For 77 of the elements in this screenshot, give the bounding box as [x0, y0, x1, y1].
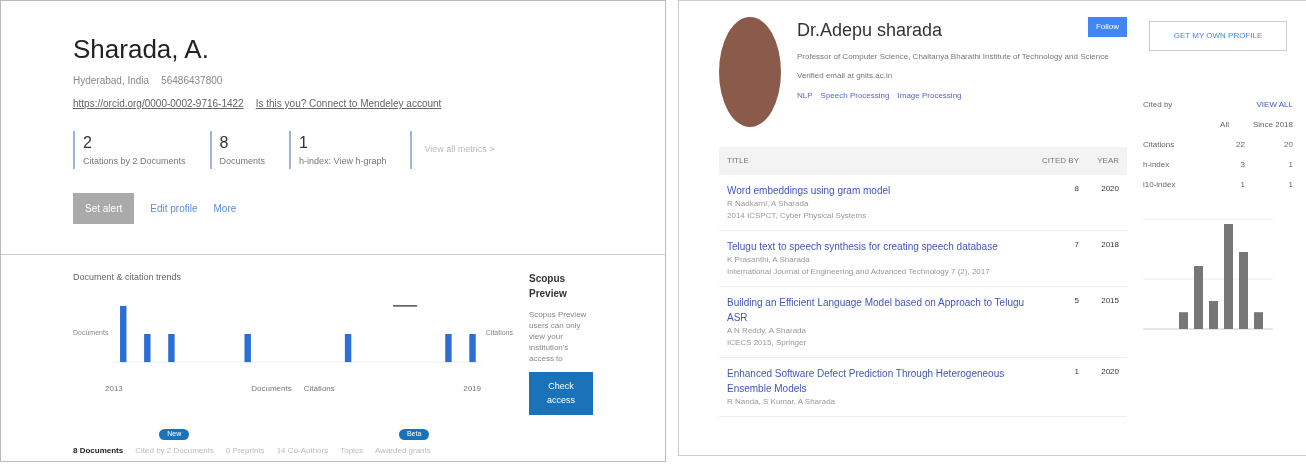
chart-bar — [144, 333, 151, 362]
chart-bar — [1194, 266, 1203, 329]
section-title: Cited by — [1143, 99, 1173, 111]
year: 2020 — [1100, 366, 1119, 378]
interest-link[interactable]: Image Processing — [897, 90, 962, 102]
author-name: Sharada, A. — [73, 33, 210, 65]
stat-value: 3 — [1239, 159, 1245, 171]
chart-bar — [445, 333, 453, 362]
stat-label: Citations — [1143, 139, 1176, 151]
email: Verified email at gnits.ac.in — [797, 70, 894, 82]
metric-label: h-index: View h-graph — [299, 155, 387, 168]
chart-title: Document & citation trends — [73, 271, 183, 284]
cited-count[interactable]: 5 — [1031, 295, 1079, 349]
article-title[interactable]: Building an Efficient Language Model based on Approach to Telugu ASR — [727, 295, 1031, 325]
affiliation: Hyderabad, India — [73, 74, 150, 88]
article-authors: R Nadkarni, A Sharada — [727, 198, 810, 210]
cited-count[interactable]: 8 — [1031, 183, 1079, 222]
chart-bar — [120, 305, 127, 362]
action-link[interactable]: Edit profile — [150, 200, 198, 216]
author-id: 56486437800 — [161, 74, 223, 88]
article-title[interactable]: Enhanced Software Defect Prediction Through Heterogeneous Ensemble Models — [727, 366, 1031, 396]
axis-label: 2019 — [463, 382, 481, 395]
metric-label: Documents — [219, 155, 266, 168]
article-venue: International Journal of Engineering and Advanced Technology 7 (2), 2017 — [727, 266, 991, 278]
axis-label: 2013 — [105, 382, 123, 395]
follow-button[interactable]: Follow — [1087, 17, 1127, 37]
year: 2015 — [1100, 295, 1119, 307]
action-link[interactable]: More — [213, 200, 237, 216]
own-profile-button[interactable]: GET MY OWN PROFILE — [1148, 21, 1288, 51]
metric-value: 2 — [83, 133, 93, 153]
column-header[interactable]: CITED BY — [1031, 155, 1079, 167]
scholar-name: Dr.Adepu sharada — [797, 19, 943, 42]
stat-value: 1 — [1287, 179, 1293, 191]
metric-value: 8 — [219, 133, 230, 153]
orcid-link[interactable]: https://orcid.org/0000-0002-9716-1422 — [73, 96, 244, 111]
column-header: Since 2018 — [1252, 119, 1293, 131]
stat-value: 1 — [1287, 159, 1293, 171]
cited-count[interactable]: 1 — [1031, 366, 1079, 408]
interest-link[interactable]: Speech Processing — [820, 90, 890, 102]
tab[interactable]: 8 Documents — [73, 446, 124, 455]
stat-value: 20 — [1283, 139, 1293, 151]
legend-item: Documents — [251, 382, 292, 395]
article-title[interactable]: Telugu text to speech synthesis for creating speech database — [727, 239, 1031, 254]
article-venue: ICECS 2015, Springer — [727, 337, 808, 349]
preview-text: Scopus Preview users can only view your institution's access to — [529, 309, 588, 364]
trend-line — [392, 304, 419, 306]
column-header[interactable]: YEAR — [1079, 155, 1119, 167]
metric-value: 1 — [299, 133, 309, 153]
preview-title: Scopus Preview — [529, 272, 568, 301]
stat-value: 22 — [1235, 139, 1245, 151]
stat-label: i10-index — [1143, 179, 1177, 191]
stat-value: 1 — [1239, 179, 1245, 191]
legend-item: Citations — [303, 382, 335, 395]
affiliation: Professor of Computer Science, Chaitanya Bharathi Institute of Technology and Science — [797, 52, 1110, 62]
metric-label: Citations by 2 Documents — [83, 155, 186, 168]
cited-count[interactable]: 7 — [1031, 239, 1079, 278]
article-authors: A N Reddy, A Sharada — [727, 325, 807, 337]
article-authors: K Prasanthi, A Sharada — [727, 254, 811, 266]
stat-label: h-index — [1143, 159, 1171, 171]
chart-bar — [469, 333, 477, 362]
chart-bar — [244, 333, 252, 362]
chart-bar — [1209, 301, 1218, 329]
chart-bar — [345, 333, 352, 362]
year: 2020 — [1100, 183, 1119, 195]
article-authors: R Nanda, S Kumar, A Sharada — [727, 396, 837, 408]
column-header: All — [1220, 119, 1229, 131]
chart-bar — [1179, 312, 1188, 329]
article-venue: 2014 ICSPCT, Cyber Physical Systems — [727, 210, 868, 222]
article-title[interactable]: Word embeddings using gram model — [727, 183, 1031, 198]
column-header[interactable]: TITLE — [727, 155, 1031, 167]
chart-bar — [168, 333, 176, 362]
view-all-link[interactable]: VIEW ALL — [1256, 99, 1293, 111]
check-access-button[interactable]: Check access — [529, 372, 593, 415]
mendeley-link[interactable]: Is this you? Connect to Mendeley account — [255, 96, 442, 111]
year: 2018 — [1100, 239, 1119, 251]
interest-link[interactable]: NLP — [797, 90, 813, 102]
chart-bar — [1254, 312, 1263, 329]
